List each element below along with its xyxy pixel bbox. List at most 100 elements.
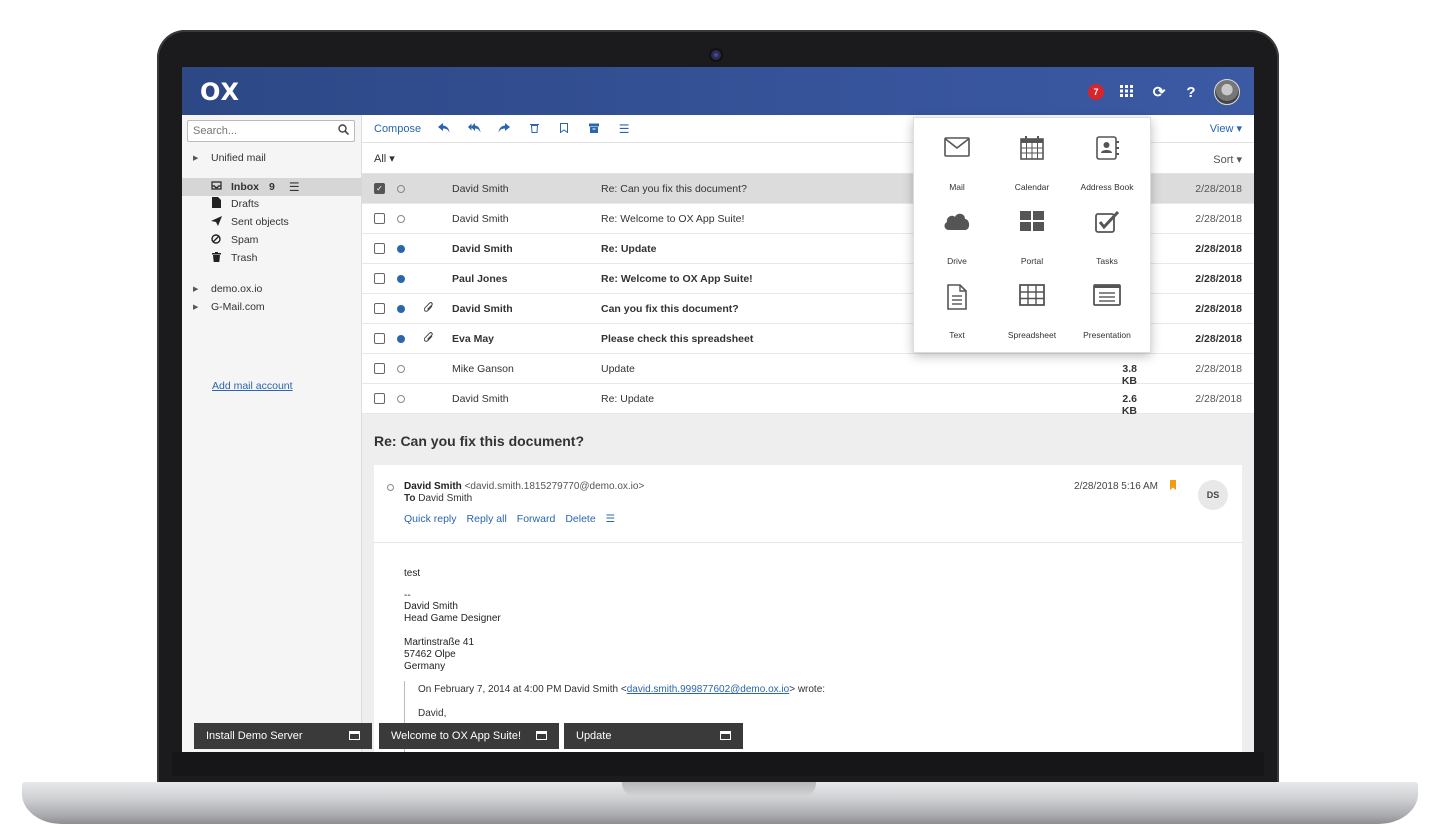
mail-from: David Smith — [452, 393, 509, 405]
app-tasks[interactable]: Tasks — [1069, 210, 1145, 280]
folder-menu-icon[interactable]: ☰ — [289, 180, 300, 194]
mail-detail-pane: Re: Can you fix this document? David Smi… — [362, 414, 1254, 752]
row-checkbox[interactable]: ✓ — [374, 183, 385, 194]
taskbar-item[interactable]: Update — [564, 723, 743, 749]
quote-email-link[interactable]: david.smith.999877602@demo.ox.io — [627, 684, 789, 695]
app-portal[interactable]: Portal — [994, 210, 1070, 280]
help-icon[interactable]: ? — [1182, 84, 1200, 101]
app-launcher-icon[interactable] — [1118, 84, 1136, 101]
folder-unified-mail[interactable]: ▶ Unified mail — [182, 149, 362, 167]
app-mail[interactable]: Mail — [919, 136, 995, 206]
forward-icon[interactable] — [497, 122, 511, 136]
app-calendar[interactable]: Calendar — [994, 136, 1070, 206]
row-checkbox[interactable] — [374, 303, 385, 314]
sender-name[interactable]: David Smith — [404, 481, 462, 492]
quick-reply-link[interactable]: Quick reply — [404, 513, 457, 525]
reply-all-link[interactable]: Reply all — [467, 513, 507, 525]
app-drive[interactable]: Drive — [919, 210, 995, 280]
row-checkbox[interactable] — [374, 333, 385, 344]
restore-window-icon[interactable] — [349, 731, 360, 740]
search-icon[interactable] — [338, 124, 350, 138]
app-address-book[interactable]: Address Book — [1069, 136, 1145, 206]
restore-window-icon[interactable] — [720, 731, 731, 740]
app-spreadsheet[interactable]: Spreadsheet — [994, 284, 1070, 354]
delete-link[interactable]: Delete — [565, 513, 595, 525]
mail-row[interactable]: Mike Ganson Update 3.8 KB 2/28/2018 — [362, 354, 1254, 387]
more-menu-icon[interactable]: ☰ — [617, 122, 631, 136]
search-box[interactable] — [187, 120, 355, 142]
read-status-icon[interactable] — [397, 395, 405, 403]
body-text: -- — [404, 590, 411, 601]
folder-sent[interactable]: Sent objects — [182, 213, 362, 231]
read-status-icon[interactable] — [397, 185, 405, 193]
laptop-bezel — [172, 752, 1264, 776]
unread-dot-icon[interactable] — [397, 245, 405, 253]
mail-date: 2/28/2018 — [1195, 393, 1242, 405]
read-status-icon[interactable] — [387, 484, 394, 491]
read-status-icon[interactable] — [397, 215, 405, 223]
folder-label: Unified mail — [211, 152, 266, 164]
view-dropdown[interactable]: View ▾ — [1210, 122, 1242, 135]
user-avatar[interactable] — [1214, 79, 1240, 105]
folder-trash[interactable]: Trash — [182, 249, 362, 267]
unread-dot-icon[interactable] — [397, 275, 405, 283]
expand-caret-icon[interactable]: ▶ — [193, 285, 203, 293]
app-label: Address Book — [1080, 182, 1134, 192]
taskbar-item[interactable]: Install Demo Server — [194, 723, 372, 749]
body-text: Martinstraße 41 — [404, 637, 475, 648]
mail-date: 2/28/2018 — [1195, 213, 1242, 225]
refresh-icon[interactable]: ⟳ — [1150, 83, 1168, 101]
flag-icon[interactable] — [1170, 480, 1176, 490]
mail-date: 2/28/2018 — [1195, 183, 1242, 195]
archive-icon[interactable] — [587, 122, 601, 136]
add-mail-account-link[interactable]: Add mail account — [212, 380, 293, 392]
delete-icon[interactable] — [527, 122, 541, 136]
sort-dropdown[interactable]: Sort ▾ — [1213, 153, 1242, 166]
presentation-icon — [1093, 284, 1121, 306]
expand-caret-icon[interactable]: ▶ — [193, 154, 203, 162]
mail-from: Mike Ganson — [452, 363, 514, 375]
restore-window-icon[interactable] — [536, 731, 547, 740]
more-actions-icon[interactable]: ☰ — [606, 513, 615, 525]
select-all-dropdown[interactable]: All ▾ — [374, 152, 395, 165]
forward-link[interactable]: Forward — [517, 513, 556, 525]
app-text[interactable]: Text — [919, 284, 995, 354]
unread-dot-icon[interactable] — [397, 305, 405, 313]
expand-caret-icon[interactable]: ▶ — [193, 303, 203, 311]
account-gmail[interactable]: ▶ G-Mail.com — [182, 298, 362, 316]
attachment-icon — [423, 302, 434, 316]
trash-icon — [210, 251, 222, 265]
row-checkbox[interactable] — [374, 213, 385, 224]
document-icon — [210, 197, 222, 211]
mail-row[interactable]: David Smith Re: Update 2.6 KB 2/28/2018 — [362, 384, 1254, 417]
app-presentation[interactable]: Presentation — [1069, 284, 1145, 354]
app-label: Mail — [949, 182, 965, 192]
search-input[interactable] — [188, 121, 328, 141]
row-checkbox[interactable] — [374, 393, 385, 404]
notification-badge[interactable]: 7 — [1088, 84, 1104, 100]
folder-spam[interactable]: Spam — [182, 231, 362, 249]
folder-drafts[interactable]: Drafts — [182, 195, 362, 213]
message-actions: Quick reply Reply all Forward Delete ☰ — [404, 513, 615, 525]
mail-subject: Re: Update — [601, 243, 657, 255]
account-label: G-Mail.com — [211, 301, 265, 313]
account-demo-ox[interactable]: ▶ demo.ox.io — [182, 280, 362, 298]
read-status-icon[interactable] — [397, 365, 405, 373]
bookmark-icon[interactable] — [557, 122, 571, 136]
reply-icon[interactable] — [437, 122, 451, 136]
folder-sidebar: ▶ Unified mail Inbox 9 ☰ Drafts Sent obj… — [182, 115, 362, 752]
sender-avatar[interactable]: DS — [1198, 480, 1228, 510]
recipient-name[interactable]: David Smith — [418, 493, 472, 504]
ox-logo[interactable]: OX — [200, 78, 240, 106]
compose-button[interactable]: Compose — [374, 123, 421, 135]
unread-dot-icon[interactable] — [397, 335, 405, 343]
screen: OX 7 ⟳ ? ▶ Unified mail Inbox — [182, 67, 1254, 752]
folder-inbox[interactable]: Inbox 9 ☰ — [182, 178, 362, 196]
row-checkbox[interactable] — [374, 243, 385, 254]
row-checkbox[interactable] — [374, 273, 385, 284]
row-checkbox[interactable] — [374, 363, 385, 374]
mail-subject: Re: Can you fix this document? — [601, 183, 747, 195]
taskbar-item[interactable]: Welcome to OX App Suite! — [379, 723, 559, 749]
reply-all-icon[interactable] — [467, 122, 481, 136]
top-bar-icons: 7 ⟳ ? — [1088, 79, 1240, 105]
